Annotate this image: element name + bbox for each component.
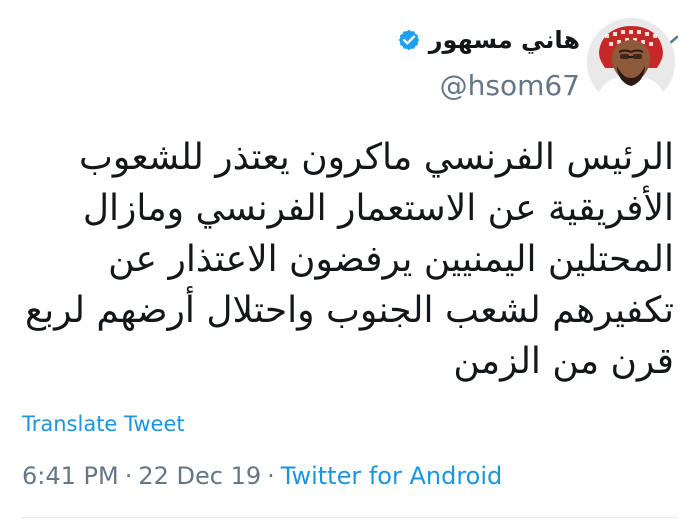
tweet-text-line: تكفيرهم لشعب الجنوب واحتلال أرضهم لربع (24, 290, 674, 331)
avatar[interactable] (587, 18, 675, 106)
tweet-text-line: المحتلين اليمنيين يرفضون الاعتذار عن (108, 239, 674, 280)
display-name[interactable]: هاني مسهور (429, 28, 580, 52)
tweet-text: الرئيس الفرنسي ماكرون يعتذر للشعوب الأفر… (14, 132, 674, 387)
tweet-metadata: 6:41 PM · 22 Dec 19 · Twitter for Androi… (22, 464, 502, 488)
tweet-text-line: الرئيس الفرنسي ماكرون يعتذر للشعوب (78, 137, 674, 178)
tweet-time: 6:41 PM (22, 462, 119, 490)
tweet-date: 22 Dec 19 (138, 462, 262, 490)
meta-separator: · (124, 462, 133, 490)
meta-separator: · (267, 462, 275, 490)
tweet-text-line: الأفريقية عن الاستعمار الفرنسي ومازال (82, 188, 674, 229)
verified-check-icon (397, 28, 421, 52)
tweet-source-link[interactable]: Twitter for Android (281, 464, 502, 488)
translate-tweet-link[interactable]: Translate Tweet (22, 414, 185, 435)
tweet-header: هاني مسهور @hsom67 (0, 0, 700, 120)
user-handle[interactable]: @hsom67 (440, 72, 580, 100)
divider (22, 517, 678, 518)
user-name-line[interactable]: هاني مسهور (397, 28, 580, 52)
tweet-text-line: قرن من الزمن (453, 341, 674, 382)
